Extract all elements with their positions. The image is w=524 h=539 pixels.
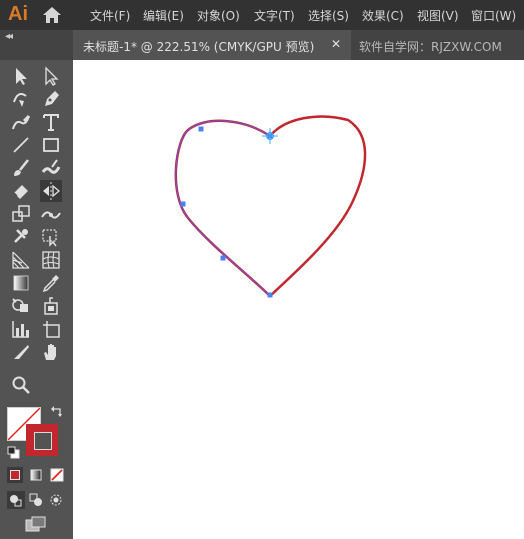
graph-tool-icon[interactable]	[10, 318, 32, 340]
menu-file[interactable]: 文件(F)	[90, 7, 130, 24]
artboard-tool-icon[interactable]	[40, 318, 62, 340]
swap-fill-stroke-icon[interactable]	[50, 404, 64, 418]
home-icon[interactable]	[42, 6, 62, 24]
selection-tool-icon[interactable]	[10, 65, 32, 87]
anchor-point[interactable]	[198, 126, 204, 132]
stroke-swatch[interactable]	[26, 424, 58, 456]
menu-window[interactable]: 窗口(W)	[471, 7, 516, 24]
pen-tool-icon[interactable]	[40, 88, 62, 110]
menu-select[interactable]: 选择(S)	[308, 7, 349, 24]
shape-builder-tool-icon[interactable]	[10, 295, 32, 317]
default-fill-stroke-icon[interactable]	[7, 445, 21, 459]
selected-path-segment	[175, 120, 271, 297]
gradient-mode-button[interactable]	[28, 467, 44, 483]
draw-normal-icon[interactable]	[7, 491, 25, 509]
menu-type[interactable]: 文字(T)	[254, 7, 295, 24]
live-paint-tool-icon[interactable]	[40, 295, 62, 317]
anchor-point[interactable]	[220, 255, 226, 261]
menu-view[interactable]: 视图(V)	[417, 7, 459, 24]
pencil-tool-icon[interactable]	[10, 111, 32, 133]
tools-panel	[0, 60, 73, 539]
line-tool-icon[interactable]	[10, 134, 32, 156]
anchor-point[interactable]	[267, 292, 273, 298]
heart-artwork	[174, 115, 367, 298]
perspective-grid-tool-icon[interactable]	[10, 249, 32, 271]
direct-selection-tool-icon[interactable]	[40, 65, 62, 87]
menu-edit[interactable]: 编辑(E)	[143, 7, 184, 24]
menu-bar: Ai 文件(F) 编辑(E) 对象(O) 文字(T) 选择(S) 效果(C) 视…	[0, 0, 524, 30]
tab-label: 未标题-1* @ 222.51% (CMYK/GPU 预览)	[83, 40, 315, 54]
menu-effect[interactable]: 效果(C)	[362, 7, 404, 24]
curvature-tool-icon[interactable]	[10, 88, 32, 110]
gradient-tool-icon[interactable]	[10, 272, 32, 294]
blob-brush-tool-icon[interactable]	[40, 157, 62, 179]
slice-tool-icon[interactable]	[10, 341, 32, 363]
draw-behind-icon[interactable]	[27, 491, 45, 509]
artboard-canvas[interactable]	[73, 60, 524, 539]
tab-close-icon[interactable]: ✕	[331, 37, 341, 51]
mesh-tool-icon[interactable]	[40, 249, 62, 271]
draw-inside-icon[interactable]	[47, 491, 65, 509]
reflect-tool-icon[interactable]	[40, 180, 62, 202]
scale-tool-icon[interactable]	[10, 203, 32, 225]
screen-mode-icon[interactable]	[25, 515, 47, 533]
tab-rjzxw[interactable]: 软件自学网：RJZXW.COM	[359, 38, 502, 55]
eraser-tool-icon[interactable]	[10, 180, 32, 202]
app-logo: Ai	[8, 3, 28, 25]
zoom-tool-icon[interactable]	[10, 374, 32, 396]
paintbrush-tool-icon[interactable]	[10, 157, 32, 179]
puppet-warp-tool-icon[interactable]	[10, 226, 32, 248]
anchor-point[interactable]	[180, 201, 186, 207]
rectangle-tool-icon[interactable]	[40, 134, 62, 156]
eyedropper-tool-icon[interactable]	[40, 272, 62, 294]
none-mode-button[interactable]	[49, 467, 65, 483]
free-transform-tool-icon[interactable]	[40, 226, 62, 248]
width-tool-icon[interactable]	[40, 203, 62, 225]
type-tool-icon[interactable]	[40, 111, 62, 133]
hand-tool-icon[interactable]	[40, 341, 62, 363]
menu-object[interactable]: 对象(O)	[197, 7, 240, 24]
panel-collapse-icon[interactable]: ◂◂	[5, 31, 13, 42]
color-mode-button[interactable]	[7, 467, 23, 483]
tab-untitled-document[interactable]: 未标题-1* @ 222.51% (CMYK/GPU 预览) ✕	[73, 30, 351, 60]
